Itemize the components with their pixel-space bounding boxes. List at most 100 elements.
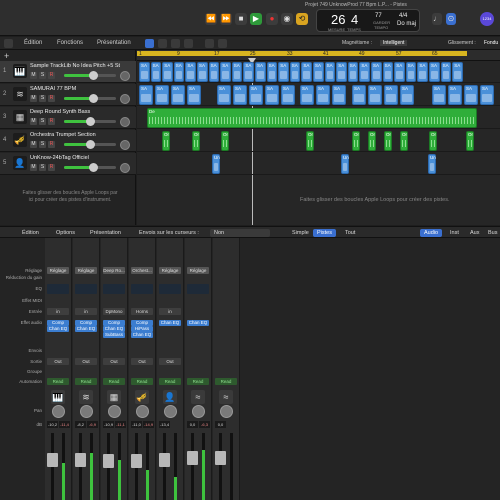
track-volume-knob[interactable] — [88, 163, 98, 172]
track-header[interactable]: 5 👤 UnKnow-24bTag Officiel M S R — [0, 153, 136, 175]
lcd-display[interactable]: 26 4 MESURE TEMPS 77 GARDER TEMPO 4/4 Do… — [316, 9, 420, 32]
add-track-icon[interactable]: + — [4, 52, 14, 61]
region[interactable]: SA — [289, 62, 301, 82]
input-slot[interactable]: in — [75, 308, 97, 315]
eq-thumbnail[interactable] — [47, 284, 69, 294]
region[interactable]: SA — [452, 62, 463, 82]
fader-cap[interactable] — [159, 453, 170, 468]
region[interactable]: SA — [217, 85, 231, 105]
region[interactable]: SA — [197, 62, 208, 82]
plugin-slot[interactable]: Chan EQ — [131, 332, 153, 338]
solo-button[interactable]: S — [39, 118, 46, 125]
glissement-select[interactable]: Fondu — [484, 40, 498, 46]
region[interactable]: Or — [192, 131, 200, 151]
fader-track[interactable] — [187, 433, 198, 500]
view-pistes[interactable]: Pistes — [313, 229, 336, 237]
track-lane[interactable]: Or Or Or Or Or Or Or Or Or Or — [137, 130, 500, 152]
mixer-menu-edition[interactable]: Édition — [18, 229, 43, 237]
eq-thumbnail[interactable] — [187, 284, 209, 294]
automation-mode[interactable]: Read — [75, 378, 97, 385]
split-icon[interactable] — [171, 39, 180, 48]
fader-cap[interactable] — [187, 451, 198, 466]
track-header[interactable]: 3 ▦ Deep Round Synth Bass M S R — [0, 107, 136, 129]
region[interactable]: SA — [440, 62, 452, 82]
region[interactable]: SA — [313, 62, 324, 82]
pan-knob[interactable] — [192, 405, 205, 418]
mixer-menu-presentation[interactable]: Présentation — [86, 229, 125, 237]
pan-knob[interactable] — [52, 405, 65, 418]
pencil-tool-icon[interactable] — [218, 39, 227, 48]
region[interactable]: SA — [155, 85, 169, 105]
filter-bus[interactable]: Bus — [484, 229, 500, 237]
plugin-slot[interactable]: Chan EQ — [159, 320, 181, 326]
record-enable-button[interactable]: R — [48, 72, 55, 79]
region[interactable]: Un — [341, 154, 349, 174]
plugin-slot[interactable]: Chan EQ — [187, 320, 209, 326]
pan-knob[interactable] — [220, 405, 233, 418]
region[interactable]: SA — [139, 62, 150, 82]
record-enable-button[interactable]: R — [48, 118, 55, 125]
fader-cap[interactable] — [215, 451, 226, 466]
region[interactable]: Or — [352, 131, 360, 151]
automation-mode[interactable]: Read — [131, 378, 153, 385]
region[interactable]: SA — [382, 62, 394, 82]
region[interactable]: SA — [352, 85, 366, 105]
track-pan-knob[interactable] — [120, 163, 130, 173]
track-lane[interactable]: SA SA SA SA SA SA SA SA SA SA SA SA SA SA SA SA SA SA SA SA — [137, 84, 500, 106]
automation-mode[interactable]: Read — [215, 378, 237, 385]
fader-track[interactable] — [47, 433, 58, 500]
region[interactable]: SA — [265, 85, 279, 105]
filter-audio[interactable]: Audio — [420, 229, 443, 237]
pan-knob[interactable] — [164, 405, 177, 418]
region[interactable]: SA — [417, 62, 428, 82]
fader-track[interactable] — [75, 433, 86, 500]
region[interactable]: SA — [464, 85, 478, 105]
region[interactable]: De — [147, 108, 477, 128]
region[interactable]: SA — [171, 85, 185, 105]
menu-edition[interactable]: Édition — [24, 40, 42, 46]
pan-knob[interactable] — [136, 405, 149, 418]
cycle-region[interactable] — [137, 51, 467, 56]
pointer-tool-icon[interactable] — [205, 39, 214, 48]
automation-mode[interactable]: Read — [103, 378, 125, 385]
solo-button[interactable]: S — [39, 141, 46, 148]
region[interactable]: SA — [384, 85, 398, 105]
rewind-button[interactable]: ⏪ — [205, 13, 217, 25]
region[interactable]: SA — [231, 62, 243, 82]
region[interactable]: SA — [405, 62, 417, 82]
region[interactable]: SA — [278, 62, 289, 82]
menu-presentation[interactable]: Présentation — [97, 40, 131, 46]
track-pan-knob[interactable] — [120, 140, 130, 150]
track-header[interactable]: 2 ≋ SAMURAI 77 BPM M S R — [0, 84, 136, 106]
eq-thumbnail[interactable] — [103, 284, 125, 294]
record-button[interactable]: ● — [266, 13, 278, 25]
region[interactable]: Or — [221, 131, 229, 151]
mute-button[interactable]: M — [30, 95, 37, 102]
setting-button[interactable]: Réglage — [75, 267, 97, 274]
fader-cap[interactable] — [47, 453, 58, 468]
library-icon[interactable] — [4, 39, 13, 48]
region[interactable]: SA — [249, 85, 263, 105]
record-enable-button[interactable]: R — [48, 164, 55, 171]
region[interactable]: SA — [301, 62, 312, 82]
mute-button[interactable]: M — [30, 118, 37, 125]
output-slot[interactable]: Out — [131, 358, 153, 365]
fader-track[interactable] — [215, 433, 226, 500]
track-header[interactable]: 1 🎹 Sample TrackLib No Idea Pitch +5 St M S R — [0, 61, 136, 83]
track-volume-knob[interactable] — [86, 140, 95, 149]
track-volume-knob[interactable] — [88, 94, 98, 103]
mute-button[interactable]: M — [30, 141, 37, 148]
plugin-slot[interactable]: Chan EQ — [75, 326, 97, 332]
output-slot[interactable]: Out — [159, 358, 181, 365]
solo-button[interactable]: S — [39, 95, 46, 102]
input-slot[interactable]: in — [159, 308, 181, 315]
track-header[interactable]: 4 🎺 Orchestra Trumpet Section M S R — [0, 130, 136, 152]
region[interactable]: SA — [243, 62, 254, 82]
setting-button[interactable]: Deep Ro... — [103, 267, 125, 274]
setting-button[interactable]: Orchest... — [131, 267, 153, 274]
eq-thumbnail[interactable] — [131, 284, 153, 294]
automation-mode[interactable]: Read — [187, 378, 209, 385]
mixer-menu-options[interactable]: Options — [52, 229, 79, 237]
region[interactable]: Or — [162, 131, 170, 151]
record-enable-button[interactable]: R — [48, 95, 55, 102]
